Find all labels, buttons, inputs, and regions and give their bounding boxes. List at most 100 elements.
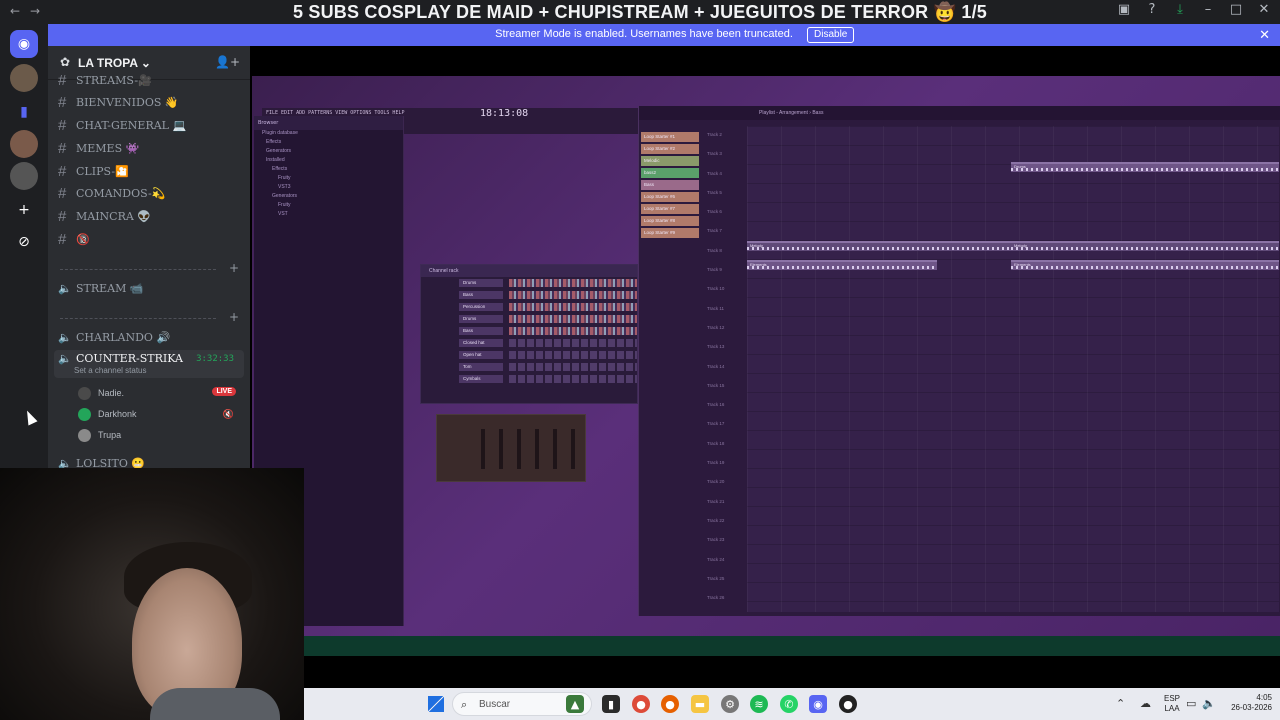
channel-clips[interactable]: # CLIPS-🎦 — [58, 161, 244, 181]
discord-taskbar-icon[interactable]: ◉ — [809, 695, 827, 713]
track-label: Track 9 — [707, 267, 722, 273]
browser-row: VST3 — [278, 184, 291, 190]
server-icon-3[interactable] — [10, 162, 38, 190]
voice-timer: 3:32:33 — [196, 354, 234, 364]
whatsapp-icon[interactable]: ✆ — [780, 695, 798, 713]
channel-maincra[interactable]: # MAINCRA 👽 — [58, 206, 244, 226]
voice-user[interactable]: Trupa — [78, 426, 244, 444]
pattern-item: Melodic — [641, 156, 699, 166]
windows-start-icon[interactable] — [428, 696, 444, 712]
step-sequencer — [508, 375, 637, 383]
tray-chevron-icon[interactable]: ⌃ — [1116, 697, 1125, 710]
hash-icon: # — [58, 184, 67, 202]
close-banner-icon[interactable]: ✕ — [1259, 27, 1270, 43]
rack-channel-label: Tom — [459, 363, 503, 371]
track-label: Track 19 — [707, 460, 725, 466]
browser-row: VST — [278, 211, 288, 217]
inbox-icon[interactable]: ▣ — [1116, 2, 1132, 17]
track-label: Track 12 — [707, 324, 725, 330]
rack-row: Drums — [421, 277, 637, 289]
category-divider[interactable] — [60, 269, 216, 270]
onedrive-icon[interactable]: ☁ — [1140, 697, 1151, 710]
browser-row: Generators — [266, 148, 292, 154]
audio-clip: Elements — [747, 260, 937, 270]
channel-comandos[interactable]: # COMANDOS-💫 — [58, 183, 244, 203]
file-explorer-icon[interactable]: ▬ — [691, 695, 709, 713]
track-label: Track 13 — [707, 344, 725, 350]
channel-bienvenidos[interactable]: # BIENVENIDOS 👋 — [58, 92, 244, 112]
stream-view[interactable]: FILE EDIT ADD PATTERNS VIEW OPTIONS TOOL… — [250, 46, 1280, 682]
deafened-icon: 🔇 — [222, 408, 234, 419]
category-divider[interactable] — [60, 318, 216, 319]
voice-channel-charlando[interactable]: 🔈 CHARLANDO 🔊 — [58, 327, 244, 347]
track-label: Track 7 — [707, 228, 722, 234]
language-indicator[interactable]: ESP LAA — [1164, 694, 1180, 714]
add-channel-icon[interactable]: + — [229, 310, 239, 324]
add-server-icon[interactable]: + — [10, 196, 38, 224]
add-channel-icon[interactable]: + — [229, 261, 239, 275]
discover-icon[interactable]: ⊘ — [10, 228, 38, 256]
volume-icon[interactable]: 🔈 — [1202, 697, 1216, 710]
folder-icon[interactable]: ▮ — [10, 98, 38, 126]
disable-button[interactable]: Disable — [807, 27, 855, 43]
download-icon[interactable]: ⤓ — [1172, 2, 1188, 17]
hash-icon: # — [58, 139, 67, 157]
server-icon-2[interactable] — [10, 130, 38, 158]
pattern-item: Loop Starter #1 — [641, 132, 699, 142]
channel-nsfw[interactable]: # 🔞 — [58, 229, 244, 249]
avatar — [78, 407, 91, 421]
step-sequencer — [508, 279, 637, 287]
rack-row: Bass — [421, 289, 637, 301]
obs-icon[interactable]: ● — [839, 695, 857, 713]
hash-icon: # — [58, 162, 67, 180]
voice-channel-lolsito[interactable]: 🔈 LOLSITO 😬 — [58, 453, 244, 469]
mixer-strip — [517, 429, 521, 469]
voice-user[interactable]: Darkhonk 🔇 — [78, 405, 244, 423]
rack-channel-label: Drums — [459, 279, 503, 287]
search-icon: ⌕ — [461, 698, 468, 711]
channel-status[interactable]: Set a channel status — [74, 366, 147, 375]
step-sequencer — [508, 291, 637, 299]
rack-row: Tom — [421, 361, 637, 373]
voice-channel-counter-strika[interactable]: 🔈 COUNTER-STRIKA 3:32:33 Set a channel st… — [54, 350, 244, 378]
close-window-icon[interactable]: ✕ — [1256, 2, 1272, 17]
maximize-icon[interactable]: □ — [1228, 2, 1244, 17]
search-placeholder: Buscar — [479, 699, 511, 710]
fl-time: 18:13:08 — [480, 108, 529, 119]
browser-row: Effects — [266, 139, 282, 145]
taskbar-clock[interactable]: 4:05 26-03-2026 — [1231, 693, 1272, 713]
rack-channel-label: Drums — [459, 315, 503, 323]
track-list: Track 2 Track 3 Track 4 Track 5 Track 6 Track… — [703, 132, 743, 614]
rack-channel-label: Closed hat — [459, 339, 503, 347]
server-icon-1[interactable] — [10, 64, 38, 92]
discord-home-icon[interactable]: ◉ — [10, 30, 38, 58]
playlist-title: Playlist - Arrangement › Bass — [639, 106, 1280, 120]
pattern-item: Loop Starter #6 — [641, 192, 699, 202]
firefox-icon[interactable]: ● — [661, 695, 679, 713]
mixer-strip — [481, 429, 485, 469]
avatar — [78, 428, 91, 442]
voice-user[interactable]: Nadie. LIVE — [78, 384, 244, 402]
network-icon[interactable]: ▭ — [1186, 697, 1196, 710]
streamer-mode-banner: Streamer Mode is enabled. Usernames have… — [48, 24, 1280, 46]
fl-mixer — [436, 414, 586, 482]
banner-message: Streamer Mode is enabled. Usernames have… — [495, 28, 793, 40]
track-label: Track 6 — [707, 209, 722, 215]
track-label: Track 5 — [707, 189, 722, 195]
channel-sidebar: ✿ LA TROPA ⌄ 👤+ # STREAMS-🎥 # BIENVENIDOS … — [48, 46, 250, 468]
spotify-icon[interactable]: ≋ — [750, 695, 768, 713]
channel-streams[interactable]: # STREAMS-🎥 — [58, 70, 244, 90]
channel-memes[interactable]: # MEMES 👾 — [58, 138, 244, 158]
rack-channel-label: Bass — [459, 327, 503, 335]
channel-stream[interactable]: 🔈 STREAM 📹 — [58, 278, 244, 298]
widgets-icon[interactable]: ▲ — [566, 695, 584, 713]
invite-icon[interactable]: 👤+ — [215, 55, 240, 69]
chrome-icon[interactable]: ● — [632, 695, 650, 713]
task-view-icon[interactable]: ▮ — [602, 695, 620, 713]
channel-chat-general[interactable]: # CHAT-GENERAL 💻 — [58, 115, 244, 135]
track-label: Track 24 — [707, 556, 725, 562]
help-icon[interactable]: ? — [1144, 2, 1160, 17]
minimize-icon[interactable]: – — [1200, 2, 1216, 17]
settings-icon[interactable]: ⚙ — [721, 695, 739, 713]
mixer-strip — [499, 429, 503, 469]
